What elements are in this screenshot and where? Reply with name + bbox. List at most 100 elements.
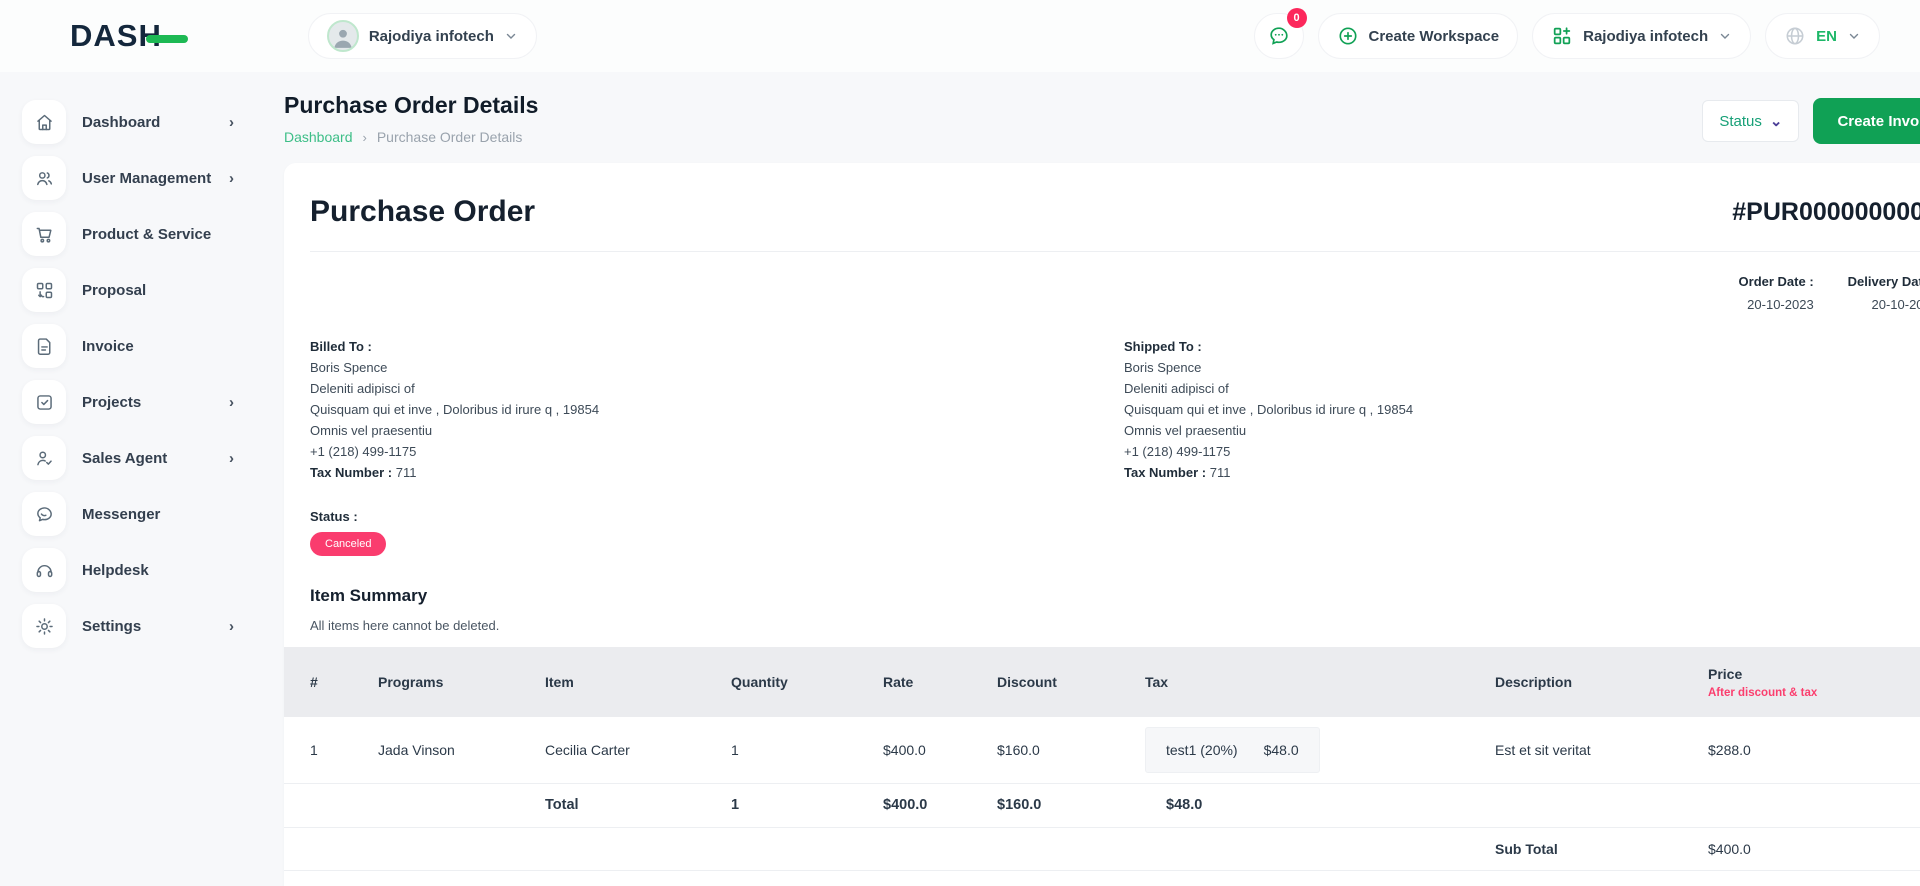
chevron-down-icon	[504, 29, 518, 43]
breadcrumb: Dashboard › Purchase Order Details	[284, 129, 538, 145]
create-workspace-label: Create Workspace	[1369, 28, 1500, 45]
message-icon	[22, 492, 66, 536]
chevron-right-icon: ›	[229, 618, 234, 635]
breadcrumb-dashboard-link[interactable]: Dashboard	[284, 129, 353, 145]
shipped-to-phone: +1 (218) 499-1175	[1124, 441, 1920, 462]
topbar: DASH Rajodiya infotech 0 Create Workspac…	[0, 0, 1920, 72]
cell-rate: $400.0	[883, 717, 997, 783]
order-dates: Order Date : 20-10-2023 Delivery Date : …	[284, 252, 1920, 312]
create-workspace-button[interactable]: Create Workspace	[1318, 13, 1519, 59]
company-name: Rajodiya infotech	[1583, 28, 1708, 45]
cell-programs: Jada Vinson	[378, 717, 545, 783]
item-summary-note: All items here cannot be deleted.	[310, 618, 1920, 633]
sidebar-item-label: Helpdesk	[82, 562, 234, 579]
create-invoice-button[interactable]: Create Invoice	[1813, 98, 1920, 144]
sidebar-item-proposal[interactable]: Proposal	[22, 268, 234, 312]
tax-number-label: Tax Number :	[1124, 465, 1206, 480]
home-icon	[22, 100, 66, 144]
messages-badge: 0	[1287, 8, 1307, 28]
subtotal-value: $400.0	[1708, 827, 1920, 870]
headphones-icon	[22, 548, 66, 592]
cart-icon	[22, 212, 66, 256]
sidebar-item-settings[interactable]: Settings ›	[22, 604, 234, 648]
sidebar-item-label: Invoice	[82, 338, 234, 355]
cell-tax: test1 (20%) $48.0	[1145, 717, 1495, 783]
tax-number-value: 711	[1210, 465, 1231, 480]
empty-cell	[284, 827, 1495, 870]
users-icon	[22, 156, 66, 200]
sidebar-item-invoice[interactable]: Invoice	[22, 324, 234, 368]
chevron-right-icon: ›	[229, 394, 234, 411]
col-header-programs: Programs	[378, 647, 545, 717]
empty-cell	[284, 870, 1495, 886]
cell-item: Cecilia Carter	[545, 717, 731, 783]
messages-button[interactable]: 0	[1254, 13, 1304, 59]
gear-icon	[22, 604, 66, 648]
brand-logo[interactable]: DASH	[70, 18, 188, 54]
sidebar-item-label: Messenger	[82, 506, 234, 523]
item-summary-title: Item Summary	[310, 586, 1920, 606]
sidebar-item-label: Dashboard	[82, 114, 229, 131]
empty-cell	[1708, 783, 1920, 827]
total-row: Total 1 $400.0 $160.0 $48.0	[284, 783, 1920, 827]
item-row: 1 Jada Vinson Cecilia Carter 1 $400.0 $1…	[284, 717, 1920, 783]
delivery-date-label: Delivery Date :	[1848, 274, 1920, 289]
sidebar-item-dashboard[interactable]: Dashboard ›	[22, 100, 234, 144]
billed-to-block: Billed To : Boris Spence Deleniti adipis…	[310, 336, 1124, 483]
chat-bubble-icon	[1267, 24, 1291, 48]
chevron-down-icon	[1847, 29, 1861, 43]
breadcrumb-separator-icon: ›	[363, 130, 367, 145]
billed-to-name: Boris Spence	[310, 357, 1124, 378]
col-header-item: Item	[545, 647, 731, 717]
purchase-order-heading: Purchase Order	[310, 195, 535, 229]
purchase-order-card: Purchase Order #PUR0000000003 Order Date…	[284, 163, 1920, 886]
shipped-to-tax: Tax Number : 711	[1124, 462, 1920, 483]
tax-amount: $48.0	[1264, 742, 1299, 758]
billed-to-label: Billed To :	[310, 336, 1124, 357]
table-header-row: # Programs Item Quantity Rate Discount T…	[284, 647, 1920, 717]
avatar	[327, 20, 359, 52]
sidebar-item-projects[interactable]: Projects ›	[22, 380, 234, 424]
sidebar-item-user-management[interactable]: User Management ›	[22, 156, 234, 200]
check-square-icon	[22, 380, 66, 424]
cell-discount: $160.0	[997, 717, 1145, 783]
status-dropdown-button[interactable]: Status ⌄	[1702, 100, 1799, 142]
billed-to-address: Quisquam qui et inve , Doloribus id irur…	[310, 399, 1124, 420]
empty-cell	[1495, 783, 1708, 827]
chevron-down-icon: ⌄	[1770, 112, 1783, 130]
col-header-discount: Discount	[997, 647, 1145, 717]
col-header-index: #	[284, 647, 378, 717]
tax-number-label: Tax Number :	[310, 465, 392, 480]
sidebar: Dashboard › User Management › Product & …	[0, 72, 284, 886]
billed-to-phone: +1 (218) 499-1175	[310, 441, 1124, 462]
tax-name: test1 (20%)	[1166, 742, 1238, 758]
order-date-label: Order Date :	[1739, 274, 1814, 289]
grid-plus-icon	[1551, 25, 1573, 47]
col-header-description: Description	[1495, 647, 1708, 717]
cell-index: 1	[284, 717, 378, 783]
company-selector[interactable]: Rajodiya infotech	[1532, 13, 1751, 59]
billed-to-tax: Tax Number : 711	[310, 462, 1124, 483]
col-header-rate: Rate	[883, 647, 997, 717]
total-tax: $48.0	[1145, 783, 1495, 827]
billed-to-city: Omnis vel praesentiu	[310, 420, 1124, 441]
workspace-name: Rajodiya infotech	[369, 28, 494, 45]
chevron-right-icon: ›	[229, 114, 234, 131]
status-dropdown-label: Status	[1719, 113, 1762, 130]
col-header-price: Price After discount & tax	[1708, 647, 1920, 717]
workspace-selector[interactable]: Rajodiya infotech	[308, 13, 537, 59]
language-code: EN	[1816, 28, 1837, 45]
language-selector[interactable]: EN	[1765, 13, 1880, 59]
sidebar-item-sales-agent[interactable]: Sales Agent ›	[22, 436, 234, 480]
sidebar-item-messenger[interactable]: Messenger	[22, 492, 234, 536]
empty-cell	[378, 783, 545, 827]
chevron-down-icon	[1718, 29, 1732, 43]
cell-quantity: 1	[731, 717, 883, 783]
discount-label: Discount	[1495, 870, 1708, 886]
sidebar-item-helpdesk[interactable]: Helpdesk	[22, 548, 234, 592]
col-header-tax: Tax	[1145, 647, 1495, 717]
topbar-actions: 0 Create Workspace Rajodiya infotech EN	[1254, 13, 1881, 59]
sidebar-item-product-service[interactable]: Product & Service	[22, 212, 234, 256]
sidebar-item-label: Proposal	[82, 282, 234, 299]
col-header-quantity: Quantity	[731, 647, 883, 717]
